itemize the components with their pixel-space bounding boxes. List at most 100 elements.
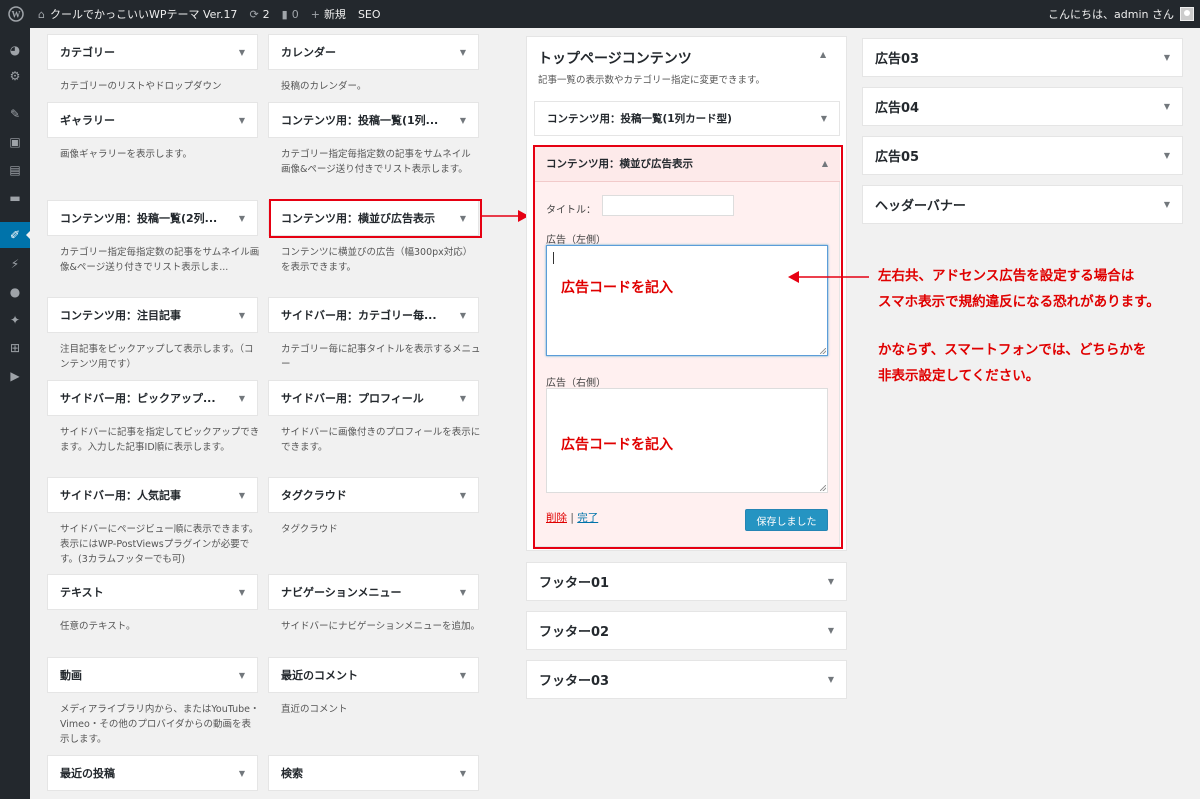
- title-input[interactable]: [602, 195, 734, 216]
- widget-desc: サイドバーにナビゲーションメニューを追加。: [281, 621, 481, 632]
- widget-title: サイドバー用：ピックアップ...: [60, 392, 216, 405]
- caret-down-icon: ▼: [238, 768, 245, 778]
- plus-icon: +: [310, 7, 320, 21]
- widget-popular-posts[interactable]: サイドバー用：人気記事 ▼: [47, 477, 258, 513]
- caret-down-icon: ▼: [827, 577, 834, 586]
- placed-widget-post-list[interactable]: コンテンツ用：投稿一覧(1列カード型) ▼: [534, 101, 840, 136]
- widget-recent-posts[interactable]: 最近の投稿 ▼: [47, 755, 258, 791]
- caret-down-icon: ▼: [459, 47, 466, 57]
- area-title: トップページコンテンツ: [538, 51, 692, 67]
- widget-desc: 投稿のカレンダー。: [281, 81, 367, 92]
- widget-title: ギャラリー: [60, 114, 115, 127]
- widget-post-list-1col[interactable]: コンテンツ用：投稿一覧(1列... ▼: [268, 102, 479, 138]
- widget-tag-cloud[interactable]: タグクラウド ▼: [268, 477, 479, 513]
- caret-up-icon[interactable]: ▲: [820, 50, 826, 59]
- widget-calendar[interactable]: カレンダー ▼: [268, 34, 479, 70]
- caret-down-icon: ▼: [459, 490, 466, 500]
- arrow-right-icon: [482, 210, 529, 222]
- comments-link[interactable]: ▮ 0: [276, 0, 305, 28]
- pin-icon[interactable]: ✎: [7, 106, 23, 122]
- widget-desc: カテゴリーのリストやドロップダウン: [60, 81, 222, 92]
- area-title: フッター02: [539, 625, 610, 640]
- widget-desc: 画像ギャラリーを表示します。: [60, 149, 193, 160]
- sidebar-area-ad04[interactable]: 広告04 ▼: [862, 87, 1183, 126]
- caret-down-icon: ▼: [238, 115, 245, 125]
- caret-down-icon: ▼: [1163, 151, 1170, 160]
- text-cursor: [553, 252, 554, 264]
- widget-actions: 削除 | 完了: [546, 510, 598, 525]
- widget-title: 検索: [281, 767, 303, 780]
- widget-title: サイドバー用：カテゴリー毎...: [281, 309, 437, 322]
- save-button[interactable]: 保存しました: [745, 509, 828, 531]
- widget-video[interactable]: 動画 ▼: [47, 657, 258, 693]
- media-icon[interactable]: ▣: [7, 134, 23, 150]
- updates-link[interactable]: ⟳ 2: [243, 0, 275, 28]
- widget-post-list-2col[interactable]: コンテンツ用：投稿一覧(2列... ▼: [47, 200, 258, 236]
- caret-down-icon: ▼: [238, 47, 245, 57]
- caret-down-icon: ▼: [1163, 102, 1170, 111]
- resize-grip-icon[interactable]: [820, 348, 826, 354]
- widget-featured-posts[interactable]: コンテンツ用：注目記事 ▼: [47, 297, 258, 333]
- sidebar-area-ad03[interactable]: 広告03 ▼: [862, 38, 1183, 77]
- appearance-icon[interactable]: ✐: [0, 222, 31, 248]
- caret-down-icon: ▼: [827, 675, 834, 684]
- seo-link[interactable]: SEO: [352, 0, 387, 28]
- widget-title: タグクラウド: [281, 489, 347, 502]
- left-ad-textarea[interactable]: [546, 245, 828, 356]
- caret-down-icon: ▼: [238, 587, 245, 597]
- site-name-link[interactable]: ⌂ クールでかっこいいWPテーマ Ver.17: [32, 0, 243, 28]
- admin-bar: W ⌂ クールでかっこいいWPテーマ Ver.17 ⟳ 2 ▮ 0 + 新規 S…: [0, 0, 1200, 28]
- settings-icon[interactable]: ⚙: [7, 68, 23, 84]
- widget-gallery[interactable]: ギャラリー ▼: [47, 102, 258, 138]
- area-title: フッター03: [539, 674, 610, 689]
- widget-search[interactable]: 検索 ▼: [268, 755, 479, 791]
- users-icon[interactable]: ●: [7, 284, 23, 300]
- wp-logo-icon[interactable]: W: [0, 0, 32, 28]
- area-title: 広告05: [875, 150, 920, 165]
- sidebar-area-footer03[interactable]: フッター03 ▼: [526, 660, 847, 699]
- settings-grid-icon[interactable]: ⊞: [7, 340, 23, 356]
- caret-down-icon: ▼: [459, 670, 466, 680]
- sidebar-area-header-banner[interactable]: ヘッダーバナー ▼: [862, 185, 1183, 224]
- widget-category-posts[interactable]: サイドバー用：カテゴリー毎... ▼: [268, 297, 479, 333]
- area-desc: 記事一覧の表示数やカテゴリー指定に変更できます。: [538, 75, 766, 86]
- new-content-link[interactable]: + 新規: [305, 0, 352, 28]
- widget-title: コンテンツ用：投稿一覧(1列...: [281, 114, 439, 127]
- widget-title: カレンダー: [281, 46, 336, 59]
- ad-code-hint: 広告コードを記入: [561, 280, 673, 296]
- done-link[interactable]: 完了: [577, 512, 598, 524]
- resize-grip-icon[interactable]: [820, 485, 826, 491]
- plugins-icon[interactable]: ⚡: [7, 256, 23, 272]
- highlight-box: [269, 199, 482, 238]
- annotation-line: スマホ表示で規約違反になる恐れがあります。: [878, 294, 1160, 310]
- sidebar-area-ad05[interactable]: 広告05 ▼: [862, 136, 1183, 175]
- widget-recent-comments[interactable]: 最近のコメント ▼: [268, 657, 479, 693]
- widget-text[interactable]: テキスト ▼: [47, 574, 258, 610]
- caret-down-icon: ▼: [238, 310, 245, 320]
- greeting: こんにちは、admin さん: [1048, 8, 1174, 21]
- widget-desc: サイドバーに記事を指定してピックアップできます。入力した記事ID順に表示します。: [60, 427, 260, 453]
- ad-code-hint: 広告コードを記入: [561, 437, 673, 453]
- play-icon[interactable]: ▶: [7, 368, 23, 384]
- right-ad-label: 広告（右側）: [546, 378, 606, 389]
- widget-nav-menu[interactable]: ナビゲーションメニュー ▼: [268, 574, 479, 610]
- caret-down-icon: ▼: [459, 310, 466, 320]
- widget-category[interactable]: カテゴリー ▼: [47, 34, 258, 70]
- area-title: フッター01: [539, 576, 610, 591]
- widget-pickup[interactable]: サイドバー用：ピックアップ... ▼: [47, 380, 258, 416]
- caret-down-icon: ▼: [1163, 53, 1170, 62]
- pages-icon[interactable]: ▤: [7, 162, 23, 178]
- caret-down-icon: ▼: [238, 670, 245, 680]
- caret-down-icon: ▼: [238, 393, 245, 403]
- delete-link[interactable]: 削除: [546, 512, 567, 524]
- my-account[interactable]: こんにちは、admin さん: [1042, 0, 1200, 28]
- dashboard-icon[interactable]: ◕: [7, 42, 23, 58]
- admin-menu: ◕ ⚙ ✎ ▣ ▤ ▬ ✐ ⚡ ● ✦ ⊞ ▶: [0, 28, 31, 799]
- widget-title: コンテンツ用：投稿一覧(2列...: [60, 212, 218, 225]
- sidebar-area-footer02[interactable]: フッター02 ▼: [526, 611, 847, 650]
- sidebar-area-footer01[interactable]: フッター01 ▼: [526, 562, 847, 601]
- tools-icon[interactable]: ✦: [7, 312, 23, 328]
- comments-icon[interactable]: ▬: [7, 190, 23, 206]
- caret-down-icon: ▼: [459, 115, 466, 125]
- widget-profile[interactable]: サイドバー用：プロフィール ▼: [268, 380, 479, 416]
